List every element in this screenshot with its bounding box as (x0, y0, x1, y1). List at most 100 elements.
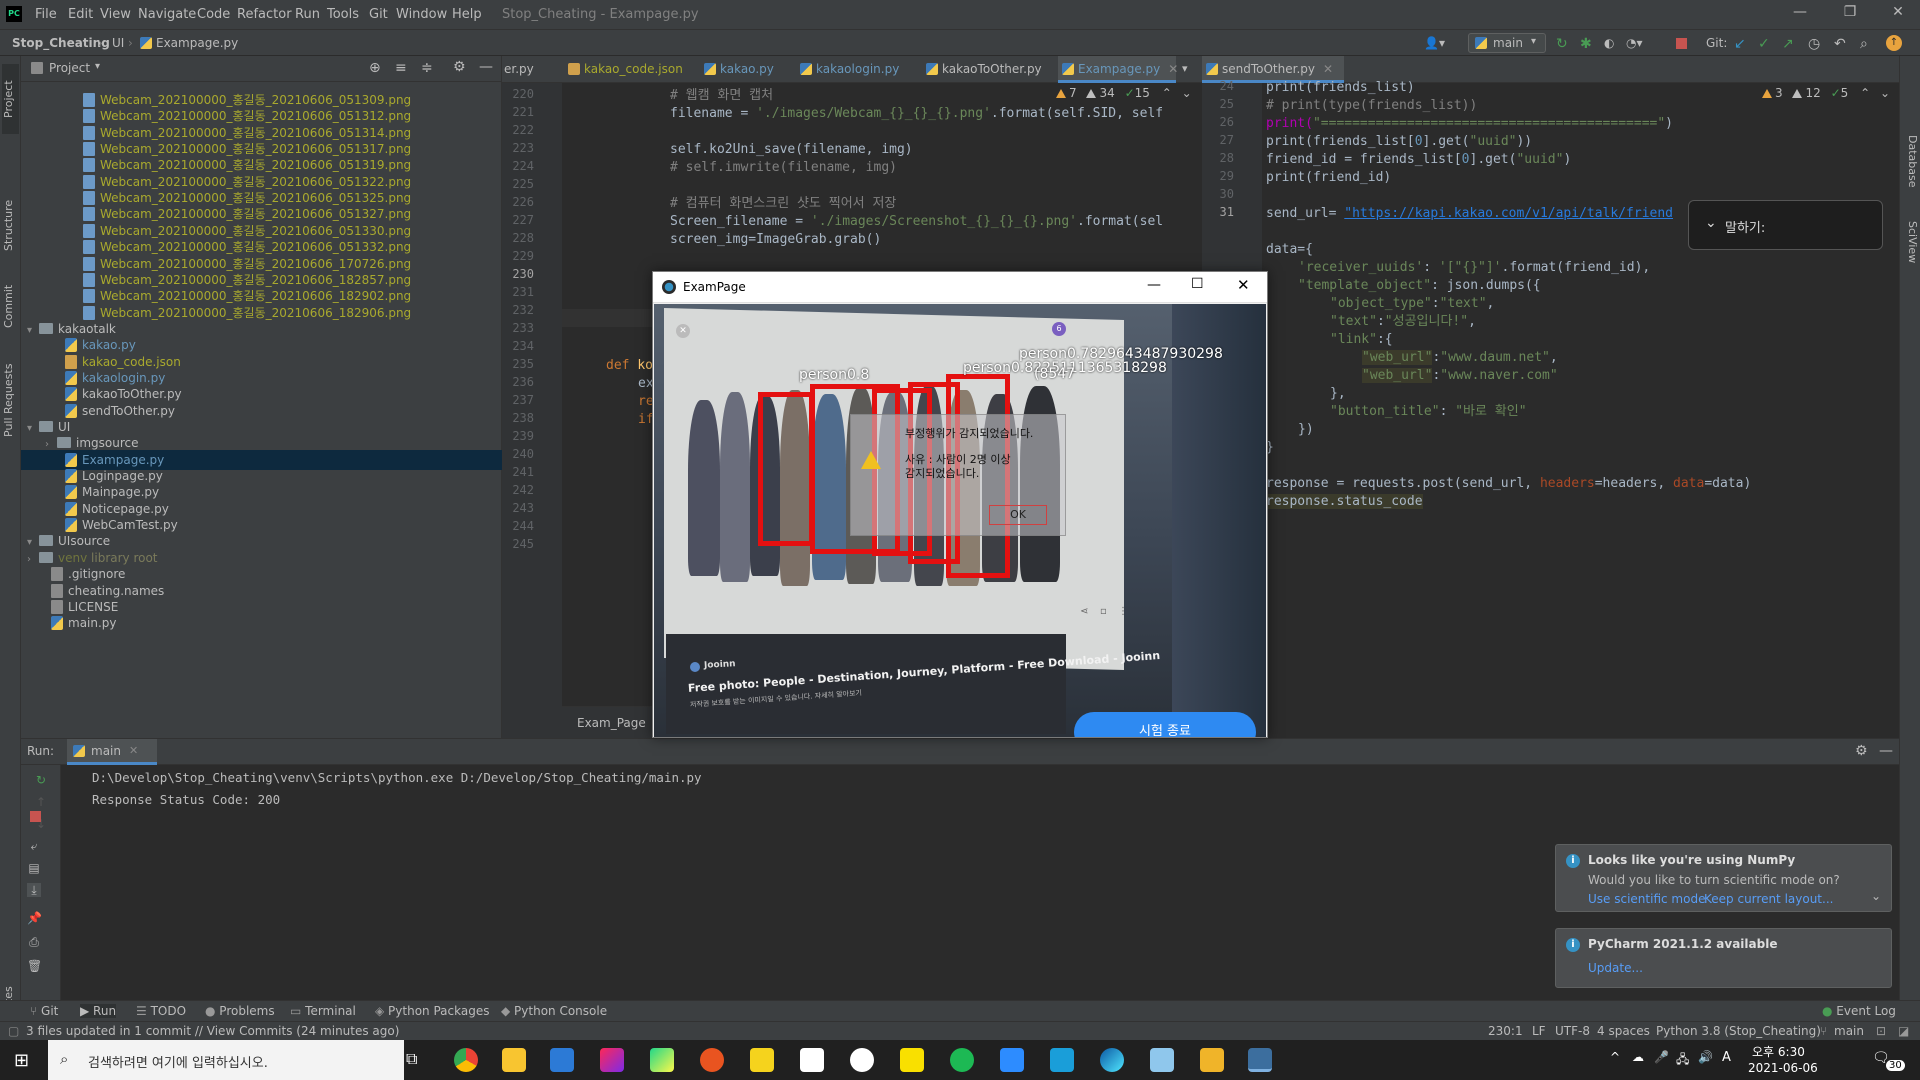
locate-icon[interactable]: ⊕ (369, 60, 381, 76)
tab-er-py[interactable]: er.py (502, 56, 534, 83)
python-app-icon[interactable] (1248, 1048, 1272, 1072)
windows-start-icon[interactable]: ⊞ (14, 1050, 29, 1071)
tool-tab-structure[interactable]: Structure (2, 188, 19, 263)
git-rollback-icon[interactable]: ↶ (1834, 36, 1846, 52)
hide-panel-icon[interactable]: — (479, 59, 493, 75)
chevron-down-icon[interactable]: ⌄ (1871, 889, 1881, 903)
menu-view[interactable]: View (100, 7, 131, 22)
tool-tab-todo[interactable]: ☰ TODO (136, 1004, 186, 1018)
indent-setting[interactable]: 4 spaces (1597, 1024, 1650, 1038)
chevron-down-icon[interactable]: ⌄ (1182, 86, 1192, 100)
arrow-up-icon[interactable]: ↑ (34, 795, 48, 809)
url-link[interactable]: "https://kapi.kakao.com/v1/api/talk/frie… (1344, 206, 1673, 221)
menu-navigate[interactable]: Navigate (138, 7, 196, 22)
edge-icon[interactable] (1100, 1048, 1124, 1072)
stop-icon[interactable] (30, 811, 41, 822)
lock-icon[interactable]: ⊡ (1876, 1024, 1886, 1038)
tab-kakao-py[interactable]: kakao.py (700, 56, 774, 83)
git-history-icon[interactable]: ◷ (1808, 36, 1820, 52)
debug-icon[interactable]: ✱ (1580, 36, 1592, 52)
zoom-icon[interactable] (1000, 1048, 1024, 1072)
app-icon[interactable] (1050, 1048, 1074, 1072)
chevron-up-icon[interactable]: ^ (1610, 1050, 1620, 1064)
ime-indicator[interactable]: A (1722, 1050, 1731, 1065)
coverage-icon[interactable]: ◐ (1604, 36, 1614, 50)
speak-popup[interactable]: ⌄ 말하기: (1688, 200, 1883, 250)
network-icon[interactable]: 🖧 (1676, 1050, 1689, 1071)
maximize-icon[interactable]: ☐ (1191, 276, 1204, 292)
menu-git[interactable]: Git (369, 7, 388, 22)
git-branch[interactable]: main (1834, 1024, 1864, 1038)
chevron-up-icon[interactable]: ⌃ (1860, 86, 1870, 100)
user-icon[interactable]: 👤▾ (1424, 36, 1445, 50)
app-icon[interactable] (750, 1048, 774, 1072)
chevron-down-icon[interactable]: ▾ (95, 61, 100, 72)
breadcrumb-ui[interactable]: UI (112, 36, 124, 50)
memory-icon[interactable]: ◪ (1898, 1024, 1909, 1038)
trash-icon[interactable]: 🗑 (27, 959, 42, 973)
ide-updates-icon[interactable]: ↑ (1886, 35, 1902, 51)
hide-panel-icon[interactable]: — (1879, 743, 1893, 759)
gear-icon[interactable]: ⚙ (453, 59, 466, 75)
task-view-icon[interactable]: ⧉ (406, 1049, 417, 1069)
profile-icon[interactable]: ◔▾ (1626, 36, 1643, 50)
microphone-icon[interactable]: 🎤 (1654, 1050, 1669, 1064)
inspection-widget[interactable]: 3 12 ✓5 ⌃ ⌄ (1762, 86, 1890, 100)
volume-icon[interactable]: 🔊 (1698, 1050, 1713, 1064)
menu-run[interactable]: Run (295, 7, 320, 22)
tool-tab-run[interactable]: ▶ Run (80, 1004, 117, 1018)
menu-tools[interactable]: Tools (327, 7, 359, 22)
chevron-up-icon[interactable]: ⌃ (1162, 86, 1172, 100)
soft-wrap-icon[interactable]: ⤶ (27, 839, 41, 853)
inspection-widget[interactable]: 7 34 ✓15 ⌃ ⌄ (1056, 86, 1192, 100)
use-scientific-mode-link[interactable]: Use scientific mode (1588, 892, 1705, 906)
notion-icon[interactable] (800, 1048, 824, 1072)
tool-tab-python-packages[interactable]: ◈ Python Packages (375, 1004, 489, 1018)
keep-layout-link[interactable]: Keep current layout... (1704, 892, 1833, 906)
minimize-icon[interactable]: — (1780, 4, 1820, 26)
taskbar-search[interactable]: ⌕ 검색하려면 여기에 입력하십시오. (48, 1040, 404, 1080)
close-icon[interactable]: ✕ (1878, 4, 1918, 26)
tool-tab-database[interactable]: Database (1902, 126, 1919, 196)
chevron-down-icon[interactable]: ⌄ (1880, 86, 1890, 100)
tool-tab-python-console[interactable]: ◆ Python Console (501, 1004, 607, 1018)
tab-kakaologin-py[interactable]: kakaologin.py (796, 56, 899, 83)
status-message[interactable]: 3 files updated in 1 commit // View Comm… (26, 1024, 399, 1038)
menu-help[interactable]: Help (452, 7, 482, 22)
rerun-icon[interactable]: ↻ (1556, 36, 1568, 52)
close-tab-icon[interactable]: ✕ (129, 744, 138, 757)
close-tab-icon[interactable]: ✕ (1168, 62, 1178, 76)
run-config-selector[interactable]: main ▾ (1468, 33, 1546, 53)
update-link[interactable]: Update... (1588, 961, 1643, 975)
chrome-icon[interactable] (454, 1048, 478, 1072)
pycharm-icon[interactable] (650, 1048, 674, 1072)
tool-tab-git[interactable]: ⑂ Git (30, 1004, 58, 1018)
tab-exampage-py[interactable]: Exampage.py ✕ (1058, 56, 1178, 83)
tool-tab-event-log[interactable]: ● Event Log (1822, 1004, 1896, 1018)
app-icon[interactable] (850, 1048, 874, 1072)
line-separator[interactable]: LF (1532, 1024, 1546, 1038)
clock-date[interactable]: 2021-06-06 (1748, 1061, 1818, 1075)
tab-kakaotoother-py[interactable]: kakaoToOther.py (922, 56, 1042, 83)
git-commit-icon[interactable]: ✓ (1758, 36, 1770, 52)
chevron-down-icon[interactable]: ▾ (1182, 62, 1188, 75)
expand-all-icon[interactable]: ≡ (395, 60, 407, 76)
collapse-all-icon[interactable]: ≑ (421, 60, 433, 76)
tool-tab-project[interactable]: Project (2, 64, 19, 134)
git-push-icon[interactable]: ↗ (1782, 36, 1794, 52)
notepad-icon[interactable] (1150, 1048, 1174, 1072)
tab-kakao-code-json[interactable]: kakao_code.json (564, 56, 683, 83)
gear-icon[interactable]: ⚙ (1855, 743, 1868, 759)
numpy-notification[interactable]: i Looks like you're using NumPy Would yo… (1555, 844, 1892, 912)
editor-breadcrumb[interactable]: Exam_Page (577, 716, 646, 730)
python-interpreter[interactable]: Python 3.8 (Stop_Cheating) (1656, 1024, 1821, 1038)
ubuntu-icon[interactable] (700, 1048, 724, 1072)
layout-icon[interactable]: ▤ (27, 861, 41, 875)
menu-refactor[interactable]: Refactor (237, 7, 292, 22)
tool-tab-commit[interactable]: Commit (2, 276, 19, 336)
onedrive-icon[interactable]: ☁ (1632, 1050, 1644, 1064)
caret-position[interactable]: 230:1 (1488, 1024, 1523, 1038)
file-explorer-icon[interactable] (502, 1048, 526, 1072)
project-view-selector[interactable]: Project (49, 61, 90, 75)
file-encoding[interactable]: UTF-8 (1555, 1024, 1590, 1038)
